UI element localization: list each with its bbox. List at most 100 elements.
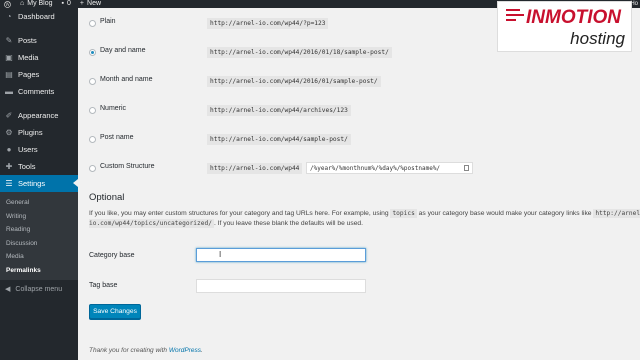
media-icon: ▣: [5, 53, 13, 62]
permalink-option-custom[interactable]: Custom Structure http://arnel-io.com/wp4…: [89, 161, 473, 175]
custom-structure-input[interactable]: /%year%/%monthnum%/%day%/%postname%/: [306, 162, 473, 174]
permalink-option-post-name[interactable]: Post name http://arnel-io.com/wp44/sampl…: [89, 132, 351, 146]
text-cursor-icon: I: [219, 250, 222, 259]
main-content: Plain http://arnel-io.com/wp44/?p=123 Da…: [78, 8, 640, 360]
save-changes-button[interactable]: Save Changes: [89, 304, 141, 319]
optional-description: If you like, you may enter custom struct…: [89, 209, 640, 229]
home-icon: ⌂: [20, 0, 25, 7]
footer-text: Thank you for creating with: [89, 347, 168, 354]
sidebar-item-posts[interactable]: ✎ Posts: [0, 32, 78, 49]
footer-period: .: [201, 347, 203, 354]
submenu-item-permalinks[interactable]: Permalinks: [0, 264, 78, 278]
field-helper-icon: [464, 165, 469, 171]
custom-structure-prefix: http://arnel-io.com/wp44: [207, 163, 303, 174]
desc-text-1: If you like, you may enter custom struct…: [89, 210, 389, 217]
comment-bubble-icon: ▪: [61, 0, 65, 7]
sidebar-item-label: Tools: [18, 162, 36, 171]
sidebar-item-label: Settings: [18, 179, 46, 188]
sidebar-item-plugins[interactable]: ⚙ Plugins: [0, 124, 78, 141]
option-label: Plain: [100, 18, 116, 25]
wordpress-link[interactable]: WordPress: [169, 347, 201, 354]
sidebar-item-comments[interactable]: ▬ Comments: [0, 83, 78, 100]
example-url: http://arnel-io.com/wp44/2016/01/sample-…: [207, 76, 381, 87]
option-label: Day and name: [100, 47, 146, 54]
comments-count: 0: [67, 0, 71, 7]
inmotion-hosting-logo: INMOTION hosting: [497, 1, 632, 52]
sidebar-item-dashboard[interactable]: ◔ Dashboard: [0, 8, 78, 25]
radio-month-and-name[interactable]: [89, 77, 96, 85]
pages-icon: ▤: [5, 70, 13, 79]
svg-text:W: W: [5, 2, 10, 7]
example-url: http://arnel-io.com/wp44/2016/01/18/samp…: [207, 47, 392, 58]
radio-post-name[interactable]: [89, 135, 96, 143]
tag-base-input[interactable]: [196, 279, 366, 293]
radio-plain[interactable]: [89, 19, 96, 27]
custom-structure-value: /%year%/%monthnum%/%day%/%postname%/: [310, 165, 441, 172]
admin-sidebar: ◔ Dashboard ✎ Posts ▣ Media ▤ Pages ▬ Comment…: [0, 8, 78, 360]
option-label: Custom Structure: [100, 163, 155, 170]
new-label: New: [87, 0, 102, 7]
site-name-label: My Blog: [27, 0, 53, 7]
radio-numeric[interactable]: [89, 106, 96, 114]
site-name-link[interactable]: ⌂ My Blog: [20, 0, 53, 8]
plus-icon: +: [79, 0, 85, 7]
collapse-menu-label: Collapse menu: [15, 285, 63, 293]
collapse-arrow-icon: ◀: [5, 286, 11, 293]
new-content-link[interactable]: + New: [80, 0, 101, 8]
option-label: Month and name: [100, 76, 153, 83]
pin-icon: ✎: [5, 36, 13, 45]
sidebar-item-label: Users: [18, 145, 38, 154]
permalink-option-numeric[interactable]: Numeric http://arnel-io.com/wp44/archive…: [89, 103, 351, 117]
sidebar-item-settings[interactable]: ☰ Settings: [0, 175, 78, 192]
admin-footer: Thank you for creating with WordPress.: [89, 347, 203, 354]
submenu-item-general[interactable]: General: [0, 196, 78, 210]
radio-custom-structure[interactable]: [89, 164, 96, 172]
sidebar-item-appearance[interactable]: ✐ Appearance: [0, 107, 78, 124]
example-url: http://arnel-io.com/wp44/?p=123: [207, 18, 329, 29]
sidebar-item-label: Plugins: [18, 128, 43, 137]
sliders-icon: ☰: [5, 179, 13, 188]
optional-heading: Optional: [89, 192, 125, 203]
submenu-item-media[interactable]: Media: [0, 250, 78, 264]
wordpress-logo-icon[interactable]: W: [4, 0, 11, 8]
settings-submenu: General Writing Reading Discussion Media…: [0, 192, 78, 280]
category-base-label: Category base: [89, 252, 135, 259]
plugin-icon: ⚙: [5, 128, 13, 137]
permalink-option-day-and-name[interactable]: Day and name http://arnel-io.com/wp44/20…: [89, 45, 392, 59]
brush-icon: ✐: [5, 111, 13, 120]
inmotion-brand-mark: INMOTION: [506, 7, 622, 27]
sidebar-item-label: Appearance: [18, 111, 59, 120]
permalink-option-month-and-name[interactable]: Month and name http://arnel-io.com/wp44/…: [89, 74, 381, 88]
sidebar-item-users[interactable]: ● Users: [0, 141, 78, 158]
users-icon: ●: [6, 145, 12, 154]
desc-text-3: . If you leave these blank the defaults …: [213, 220, 364, 227]
example-url: http://arnel-io.com/wp44/archives/123: [207, 105, 351, 116]
submenu-item-reading[interactable]: Reading: [0, 223, 78, 237]
dashboard-icon: ◔: [6, 12, 12, 21]
sidebar-item-tools[interactable]: ✚ Tools: [0, 158, 78, 175]
sidebar-item-label: Posts: [18, 36, 37, 45]
desc-text-2: as your category base would make your ca…: [418, 210, 592, 217]
svg-text:INMOTION: INMOTION: [526, 7, 622, 27]
sidebar-item-media[interactable]: ▣ Media: [0, 49, 78, 66]
wrench-icon: ✚: [5, 162, 13, 171]
submenu-item-discussion[interactable]: Discussion: [0, 237, 78, 251]
comment-icon: ▬: [5, 87, 13, 96]
category-base-input[interactable]: I: [196, 248, 366, 262]
sidebar-item-label: Pages: [18, 70, 40, 79]
comments-link[interactable]: ▪ 0: [62, 0, 71, 8]
permalink-option-plain[interactable]: Plain http://arnel-io.com/wp44/?p=123: [89, 16, 329, 30]
collapse-menu-button[interactable]: ◀ Collapse menu: [0, 280, 78, 298]
sidebar-item-label: Dashboard: [18, 12, 55, 21]
example-url: http://arnel-io.com/wp44/sample-post/: [207, 134, 351, 145]
radio-day-and-name[interactable]: [89, 48, 96, 56]
sidebar-item-pages[interactable]: ▤ Pages: [0, 66, 78, 83]
sidebar-item-label: Comments: [18, 87, 55, 96]
desc-code-topics: topics: [390, 209, 417, 218]
submenu-item-writing[interactable]: Writing: [0, 210, 78, 224]
option-label: Post name: [100, 134, 134, 141]
tag-base-label: Tag base: [89, 282, 118, 289]
sidebar-item-label: Media: [18, 53, 39, 62]
hosting-wordmark: hosting: [570, 29, 625, 48]
option-label: Numeric: [100, 105, 127, 112]
